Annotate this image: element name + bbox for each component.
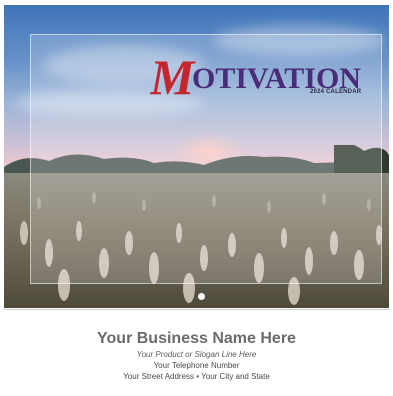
divider (4, 309, 389, 310)
calendar-subtitle: 2024 CALENDAR (310, 89, 362, 95)
title-initial: M (150, 50, 196, 100)
address-line: Your Street Address • Your City and Stat… (123, 372, 270, 381)
slogan-line: Your Product or Slogan Line Here (136, 350, 257, 359)
imprint-area: Your Business Name Here Your Product or … (0, 312, 393, 382)
telephone-line: Your Telephone Number (153, 361, 240, 370)
slide-indicator-dot[interactable] (198, 293, 205, 300)
business-name: Your Business Name Here (97, 330, 296, 347)
